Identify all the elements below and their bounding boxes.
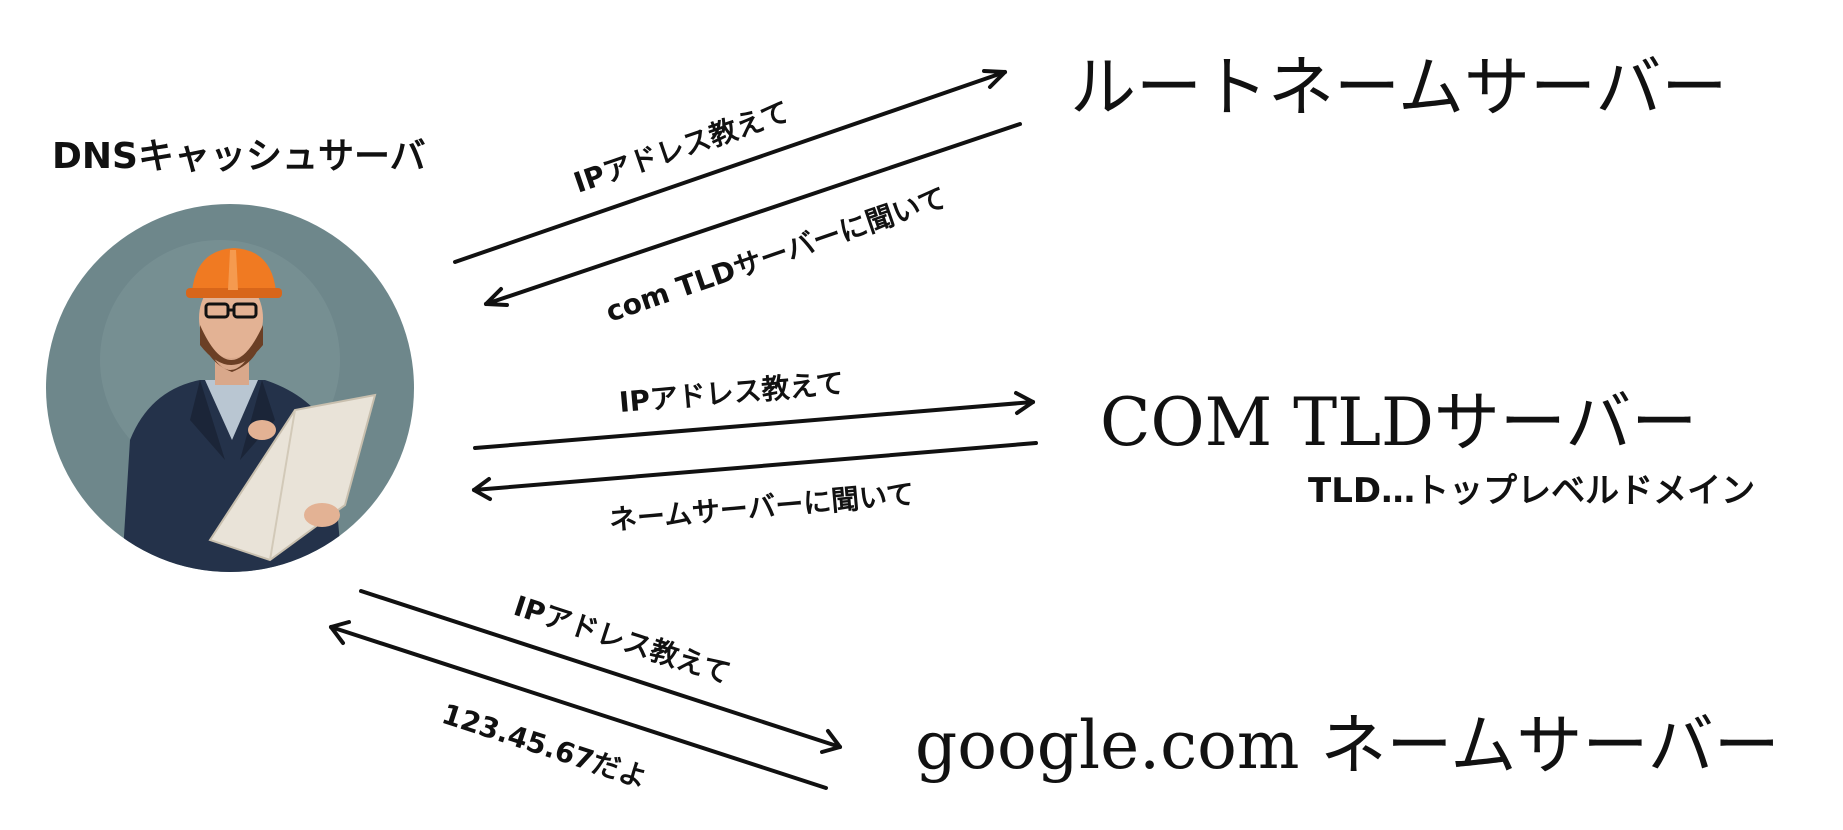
response-label-google-ns: 123.45.67だよ: [438, 697, 651, 794]
engineer-avatar-icon: [46, 204, 414, 572]
response-label-com-tld: ネームサーバーに聞いて: [608, 477, 916, 537]
dns-resolution-diagram: DNSキャッシュサーバ ルートネームサーバー COM TLDサーバー TLD…ト…: [46, 49, 1780, 795]
com-tld-server-label: COM TLDサーバー: [1100, 384, 1697, 461]
request-label-com-tld: IPアドレス教えて: [618, 366, 846, 419]
tld-definition-note: TLD…トップレベルドメイン: [1308, 471, 1755, 511]
response-label-root: com TLDサーバーに聞いて: [602, 181, 951, 329]
arrow-request-to-root: [453, 69, 1007, 264]
google-name-server-label: google.com ネームサーバー: [915, 707, 1780, 784]
root-name-server-label: ルートネームサーバー: [1070, 49, 1727, 126]
dns-cache-server-label: DNSキャッシュサーバ: [52, 136, 426, 177]
